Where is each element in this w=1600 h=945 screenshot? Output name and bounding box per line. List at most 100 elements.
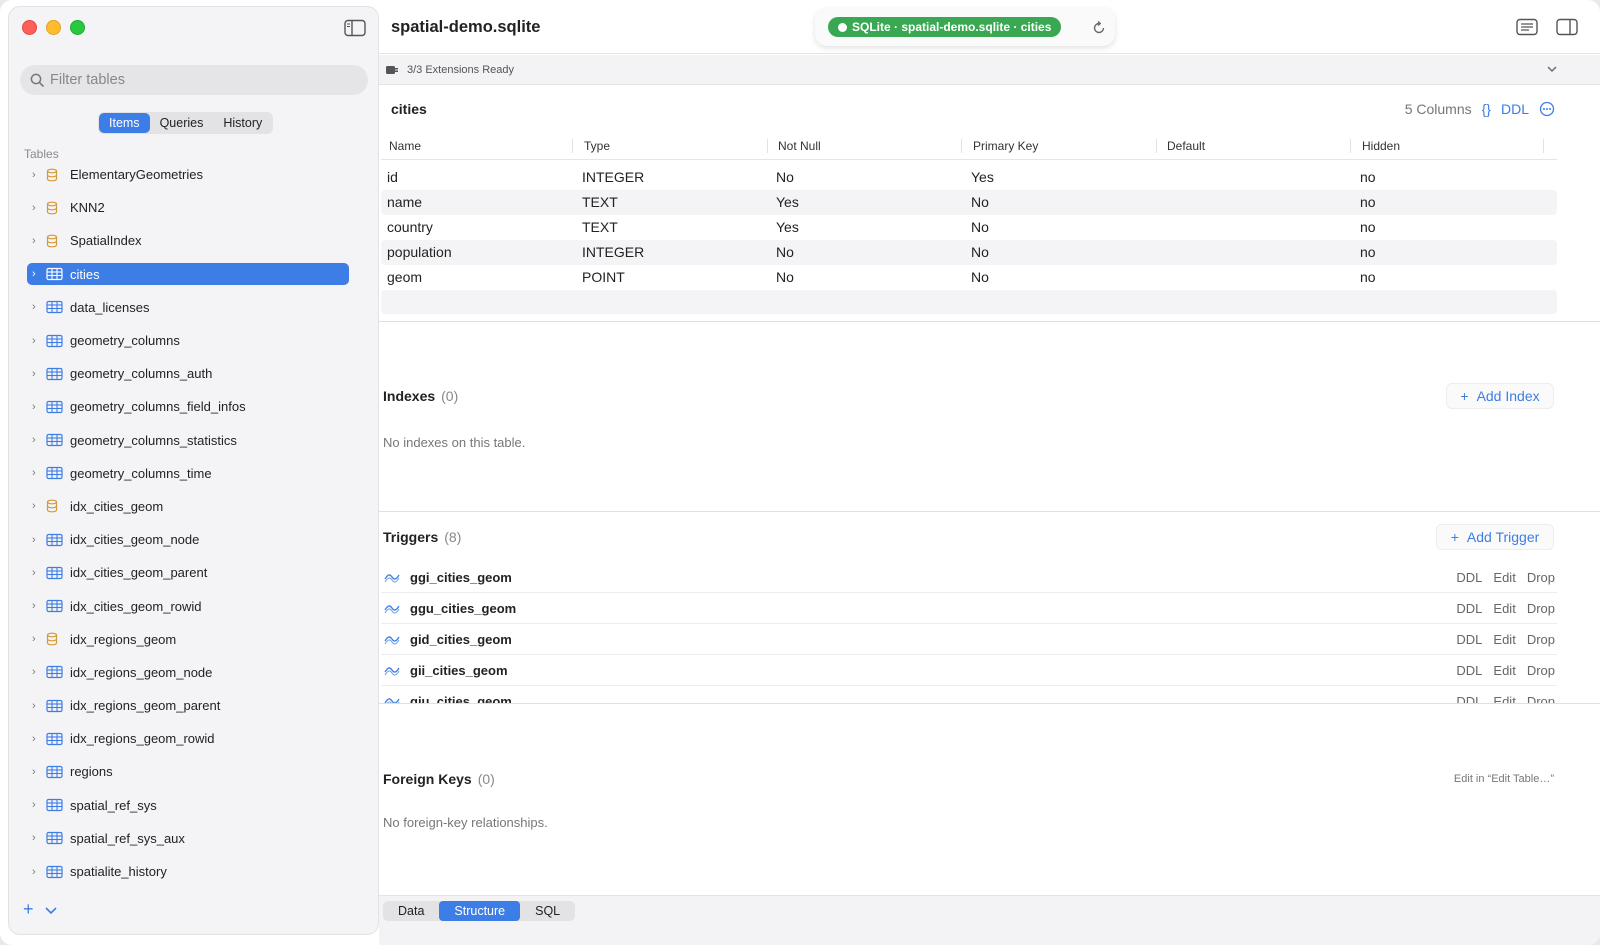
trigger-edit-button[interactable]: Edit (1493, 570, 1515, 585)
table-row[interactable]: country TEXT Yes No no (381, 215, 1557, 240)
table-row[interactable]: geom POINT No No no (381, 265, 1557, 290)
trigger-row[interactable]: gii_cities_geom DDL Edit Drop (381, 655, 1557, 686)
filter-tables-input[interactable] (50, 72, 350, 88)
column-header-name[interactable]: Name (389, 139, 421, 153)
refresh-icon[interactable] (1091, 20, 1107, 36)
chevron-right-icon[interactable]: › (32, 766, 46, 778)
tab-structure[interactable]: Structure (439, 901, 521, 921)
chevron-right-icon[interactable]: › (32, 500, 46, 512)
add-icon[interactable]: + (23, 899, 34, 920)
column-header-not-null[interactable]: Not Null (778, 139, 821, 153)
trigger-drop-button[interactable]: Drop (1527, 663, 1555, 678)
chevron-right-icon[interactable]: › (32, 534, 46, 546)
trigger-row[interactable]: gid_cities_geom DDL Edit Drop (381, 624, 1557, 655)
sidebar-item-table[interactable]: › regions (27, 755, 351, 788)
chevron-right-icon[interactable]: › (32, 733, 46, 745)
chevron-right-icon[interactable]: › (32, 567, 46, 579)
sidebar-item-table[interactable]: › geometry_columns_field_infos (27, 390, 351, 423)
extensions-bar[interactable]: 3/3 Extensions Ready (379, 55, 1600, 85)
segment-history[interactable]: History (213, 113, 272, 133)
column-header-hidden[interactable]: Hidden (1362, 139, 1400, 153)
sidebar-item-table[interactable]: › spatial_ref_sys (27, 789, 351, 822)
segment-items[interactable]: Items (99, 113, 150, 133)
table-row[interactable]: id INTEGER No Yes no (381, 165, 1557, 190)
chevron-right-icon[interactable]: › (32, 169, 46, 181)
edit-table-hint[interactable]: Edit in “Edit Table…” (1454, 773, 1554, 785)
trigger-edit-button[interactable]: Edit (1493, 632, 1515, 647)
chevron-right-icon[interactable]: › (32, 301, 46, 313)
sidebar-item-table[interactable]: › idx_cities_geom_rowid (27, 589, 351, 622)
trigger-row[interactable]: ggi_cities_geom DDL Edit Drop (381, 562, 1557, 593)
sidebar-item-table[interactable]: › geometry_columns_time (27, 457, 351, 490)
chevron-down-icon[interactable] (44, 904, 58, 918)
sidebar-item-table[interactable]: › idx_regions_geom_rowid (27, 722, 351, 755)
chevron-right-icon[interactable]: › (32, 268, 46, 280)
sidebar-item-table[interactable]: › SpatialIndex (27, 224, 351, 257)
chevron-right-icon[interactable]: › (32, 467, 46, 479)
trigger-drop-button[interactable]: Drop (1527, 694, 1555, 703)
chevron-right-icon[interactable]: › (32, 666, 46, 678)
sidebar-item-table[interactable]: › geometry_columns (27, 324, 351, 357)
close-window-button[interactable] (22, 20, 37, 35)
tab-data[interactable]: Data (383, 901, 439, 921)
right-panel-toggle-icon[interactable] (1556, 18, 1578, 36)
trigger-drop-button[interactable]: Drop (1527, 601, 1555, 616)
trigger-ddl-button[interactable]: DDL (1456, 601, 1482, 616)
chevron-right-icon[interactable]: › (32, 202, 46, 214)
trigger-edit-button[interactable]: Edit (1493, 694, 1515, 703)
sidebar-item-table[interactable]: › idx_cities_geom_parent (27, 556, 351, 589)
ddl-button[interactable]: DDL (1501, 101, 1529, 117)
column-header-type[interactable]: Type (584, 139, 610, 153)
trigger-ddl-button[interactable]: DDL (1456, 570, 1482, 585)
trigger-drop-button[interactable]: Drop (1527, 632, 1555, 647)
chevron-right-icon[interactable]: › (32, 368, 46, 380)
table-row[interactable]: name TEXT Yes No no (381, 190, 1557, 215)
chevron-right-icon[interactable]: › (32, 799, 46, 811)
chevron-right-icon[interactable]: › (32, 235, 46, 247)
chevron-down-icon[interactable] (1546, 63, 1558, 75)
chevron-right-icon[interactable]: › (32, 633, 46, 645)
more-options-icon[interactable] (1539, 101, 1555, 117)
sidebar-item-table[interactable]: › spatial_ref_sys_aux (27, 822, 351, 855)
add-trigger-button[interactable]: + Add Trigger (1436, 524, 1554, 550)
sidebar-item-table[interactable]: › idx_regions_geom_parent (27, 689, 351, 722)
trigger-edit-button[interactable]: Edit (1493, 663, 1515, 678)
segment-queries[interactable]: Queries (150, 113, 214, 133)
trigger-drop-button[interactable]: Drop (1527, 570, 1555, 585)
sidebar-item-table[interactable]: › idx_cities_geom_node (27, 523, 351, 556)
trigger-ddl-button[interactable]: DDL (1456, 663, 1482, 678)
sidebar-toggle-icon[interactable] (344, 19, 366, 37)
sidebar-item-table[interactable]: › spatialite_history (27, 855, 351, 888)
sidebar-item-table[interactable]: › geometry_columns_statistics (27, 424, 351, 457)
minimize-window-button[interactable] (46, 20, 61, 35)
trigger-ddl-button[interactable]: DDL (1456, 632, 1482, 647)
sidebar-item-table[interactable]: › geometry_columns_auth (27, 357, 351, 390)
chevron-right-icon[interactable]: › (32, 832, 46, 844)
add-index-button[interactable]: + Add Index (1446, 383, 1554, 409)
trigger-edit-button[interactable]: Edit (1493, 601, 1515, 616)
chevron-right-icon[interactable]: › (32, 866, 46, 878)
trigger-row[interactable]: ggu_cities_geom DDL Edit Drop (381, 593, 1557, 624)
trigger-row[interactable]: giu_cities_geom DDL Edit Drop (381, 686, 1557, 703)
inspector-list-icon[interactable] (1516, 18, 1538, 36)
connection-status-pill[interactable]: SQLite · spatial-demo.sqlite · cities (828, 17, 1062, 37)
json-button[interactable]: {} (1482, 101, 1491, 117)
sidebar-item-table[interactable]: › ElementaryGeometries (27, 158, 351, 191)
column-header-default[interactable]: Default (1167, 139, 1205, 153)
sidebar-item-table[interactable]: › KNN2 (27, 191, 351, 224)
tab-sql[interactable]: SQL (520, 901, 575, 921)
sidebar-item-table[interactable]: › data_licenses (27, 291, 351, 324)
sidebar-item-table[interactable]: › idx_regions_geom_node (27, 656, 351, 689)
sidebar-item-table[interactable]: › cities (27, 258, 351, 291)
trigger-ddl-button[interactable]: DDL (1456, 694, 1482, 703)
filter-tables-field[interactable] (20, 65, 368, 95)
chevron-right-icon[interactable]: › (32, 600, 46, 612)
chevron-right-icon[interactable]: › (32, 434, 46, 446)
table-row[interactable]: population INTEGER No No no (381, 240, 1557, 265)
sidebar-item-table[interactable]: › idx_regions_geom (27, 623, 351, 656)
chevron-right-icon[interactable]: › (32, 401, 46, 413)
sidebar-item-table[interactable]: › idx_cities_geom (27, 490, 351, 523)
zoom-window-button[interactable] (70, 20, 85, 35)
chevron-right-icon[interactable]: › (32, 335, 46, 347)
chevron-right-icon[interactable]: › (32, 700, 46, 712)
